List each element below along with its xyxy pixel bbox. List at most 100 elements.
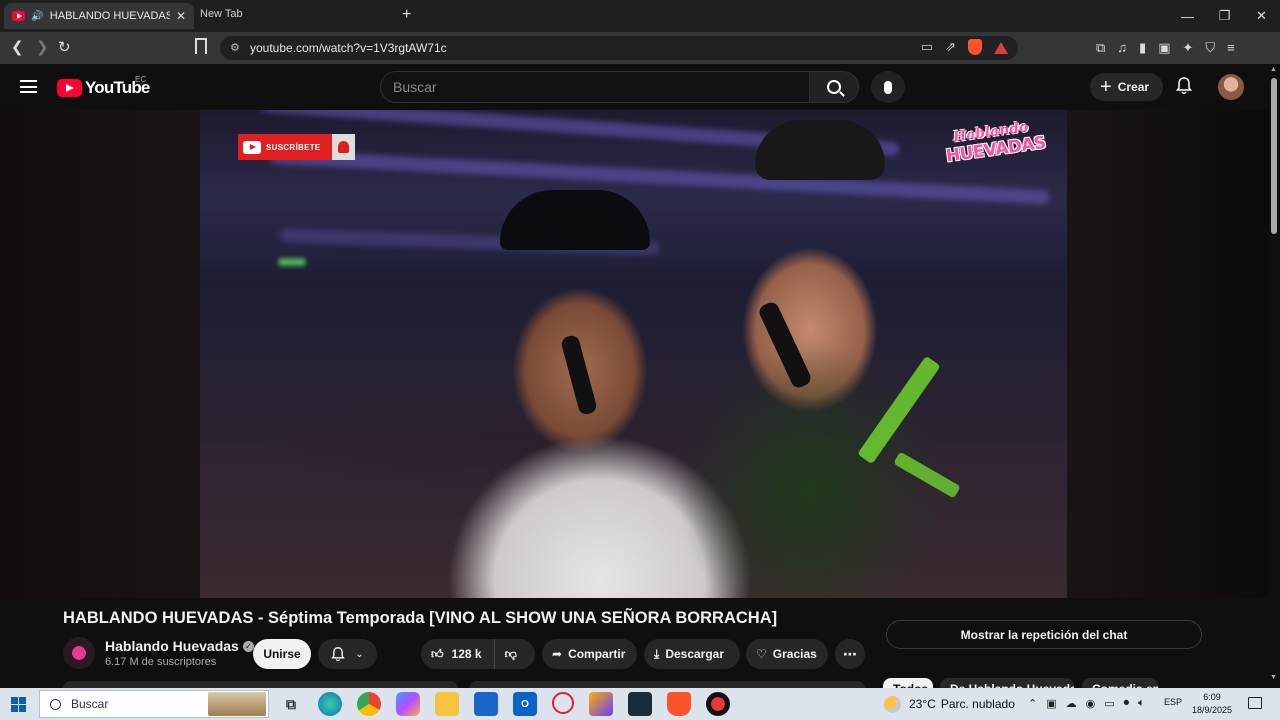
- super-thanks-icon: ♡: [756, 647, 767, 661]
- brave-shields-icon[interactable]: [968, 39, 982, 55]
- microsoft-store-icon[interactable]: [474, 692, 498, 716]
- browser-tab-new-tab[interactable]: New Tab: [200, 8, 243, 20]
- app-icon[interactable]: [706, 692, 730, 716]
- video-player[interactable]: SUSCRÍBETE Hablando HUEVADAS: [200, 110, 1067, 598]
- voice-search-button[interactable]: [871, 71, 905, 103]
- like-count: 128 k: [451, 647, 482, 661]
- sidebar-icon[interactable]: ▮: [1139, 40, 1146, 56]
- chevron-down-icon: ⌄: [355, 648, 364, 660]
- user-avatar[interactable]: [1218, 74, 1244, 100]
- performer-hair: [755, 120, 885, 180]
- back-arrow-icon[interactable]: ❮: [11, 38, 24, 56]
- channel-avatar[interactable]: [63, 637, 95, 669]
- handheld-microphone: [756, 299, 814, 391]
- scroll-up-icon[interactable]: ▲: [1270, 66, 1277, 73]
- stage-light: [270, 149, 1050, 205]
- browser-extensions: ⧉ ♫ ▮ ▣ ✦ ⛉ ≡: [1096, 40, 1235, 56]
- wallet-icon[interactable]: ▣: [1158, 40, 1170, 56]
- site-info-icon[interactable]: ⚙: [230, 41, 240, 54]
- hamburger-menu-icon[interactable]: [20, 80, 37, 93]
- windows-start-icon[interactable]: [11, 697, 26, 712]
- share-page-icon[interactable]: ⇗: [945, 39, 956, 55]
- download-button[interactable]: ⤓ Descargar: [644, 639, 740, 669]
- speaker-icon[interactable]: 🔊: [31, 11, 43, 22]
- close-icon[interactable]: ✕: [1243, 0, 1280, 32]
- browser-tab-youtube[interactable]: 🔊 HABLANDO HUEVADAS - Sépt ✕: [4, 3, 194, 29]
- region-code: EC: [135, 75, 147, 84]
- chevron-up-icon[interactable]: ⌃: [1028, 697, 1037, 710]
- join-button[interactable]: Unirse: [253, 639, 311, 669]
- url-text[interactable]: youtube.com/watch?v=1V3rgtAW71c: [250, 41, 447, 55]
- create-label: Crear: [1117, 80, 1150, 94]
- opera-browser-icon[interactable]: [552, 692, 574, 714]
- input-language[interactable]: ESP: [1164, 697, 1182, 707]
- copilot-icon[interactable]: [396, 692, 420, 716]
- notifications-icon[interactable]: [1248, 697, 1262, 709]
- weather-widget[interactable]: 23°C Parc. nublado: [884, 688, 1015, 720]
- cast-icon[interactable]: ▭: [921, 39, 933, 55]
- subscriber-count: 6.17 M de suscriptores: [105, 656, 217, 668]
- display-icon[interactable]: ▭: [1104, 697, 1114, 710]
- security-icon[interactable]: ◉: [1086, 697, 1096, 710]
- subscribe-overlay-text: SUSCRÍBETE: [266, 142, 321, 152]
- onedrive-icon[interactable]: ☁: [1066, 697, 1077, 710]
- window-controls: — ❐ ✕: [1169, 0, 1280, 32]
- create-button[interactable]: + Crear: [1090, 73, 1164, 101]
- share-arrow-icon: ➦: [552, 647, 563, 661]
- thumbs-down-icon: 👎︎: [504, 646, 517, 661]
- browser-menu-icon[interactable]: ≡: [1227, 40, 1235, 56]
- close-tab-icon[interactable]: ✕: [176, 9, 186, 23]
- leo-ai-icon[interactable]: ✦: [1183, 40, 1194, 56]
- minimize-icon[interactable]: —: [1169, 0, 1206, 32]
- youtube-header: YouTube EC + Crear: [0, 64, 1280, 110]
- media-icon[interactable]: ♫: [1117, 40, 1127, 56]
- page-scrollbar[interactable]: ▲ ▼: [1268, 64, 1280, 688]
- vpn-icon[interactable]: ⛉: [1205, 40, 1215, 56]
- bell-icon: [331, 646, 346, 661]
- outlook-icon[interactable]: O: [513, 692, 537, 716]
- edge-browser-icon[interactable]: [318, 692, 342, 716]
- stage-green-light: [278, 258, 306, 266]
- more-dots-icon: ⋯: [843, 645, 857, 662]
- file-explorer-icon[interactable]: [435, 692, 459, 716]
- jacket-stripe: [893, 451, 961, 499]
- reload-icon[interactable]: ↻: [58, 38, 71, 56]
- notifications-bell-icon[interactable]: [1176, 77, 1192, 95]
- photos-app-icon[interactable]: [589, 692, 613, 716]
- dislike-button[interactable]: 👎︎: [495, 647, 517, 662]
- task-view-icon[interactable]: ⧉: [279, 692, 303, 716]
- scroll-down-icon[interactable]: ▼: [1270, 674, 1277, 681]
- dell-display-icon[interactable]: [628, 692, 652, 716]
- forward-arrow-icon[interactable]: ❯: [36, 38, 49, 56]
- tray-app-icon[interactable]: ▣: [1046, 697, 1056, 710]
- share-button[interactable]: ➦ Compartir: [542, 639, 637, 669]
- scrollbar-thumb[interactable]: [1271, 78, 1277, 234]
- verified-check-icon: ✓: [242, 640, 254, 652]
- volume-icon[interactable]: 🔈︎: [1138, 697, 1145, 710]
- chrome-browser-icon[interactable]: [357, 692, 381, 716]
- taskbar-apps: ⧉ O: [279, 692, 730, 716]
- channel-name[interactable]: Hablando Huevadas ✓: [105, 638, 254, 654]
- plus-icon[interactable]: +: [402, 6, 411, 24]
- taskbar-search[interactable]: Buscar: [39, 690, 269, 718]
- address-bar[interactable]: ⚙ youtube.com/watch?v=1V3rgtAW71c ▭ ⇗: [220, 36, 1018, 60]
- notification-settings-button[interactable]: ⌄: [318, 639, 377, 669]
- thanks-button[interactable]: ♡ Gracias: [746, 639, 828, 669]
- search-button[interactable]: [809, 71, 859, 103]
- youtube-search-input[interactable]: [393, 79, 793, 95]
- more-actions-button[interactable]: ⋯: [835, 639, 865, 669]
- youtube-play-logo-icon: [57, 79, 82, 97]
- brave-rewards-icon[interactable]: [994, 42, 1008, 54]
- system-clock[interactable]: 6:09 18/9/2025: [1192, 691, 1232, 717]
- like-button[interactable]: 👍︎ 128 k: [421, 639, 495, 669]
- restore-icon[interactable]: ❐: [1206, 0, 1243, 32]
- show-chat-replay-button[interactable]: Mostrar la repetición del chat: [886, 620, 1202, 649]
- search-icon: [50, 698, 61, 710]
- share-label: Compartir: [568, 647, 626, 661]
- windows-taskbar: Buscar ⧉ O 23°C Parc. nublado ⌃ ▣ ☁ ◉ ▭ …: [0, 688, 1280, 720]
- brave-browser-icon[interactable]: [667, 692, 691, 716]
- microphone-icon[interactable]: ⏺: [1124, 697, 1130, 710]
- tab-search-icon[interactable]: ⧉: [1096, 40, 1105, 56]
- bookmark-icon[interactable]: [195, 38, 207, 54]
- like-dislike-group: 👍︎ 128 k 👎︎: [421, 639, 535, 669]
